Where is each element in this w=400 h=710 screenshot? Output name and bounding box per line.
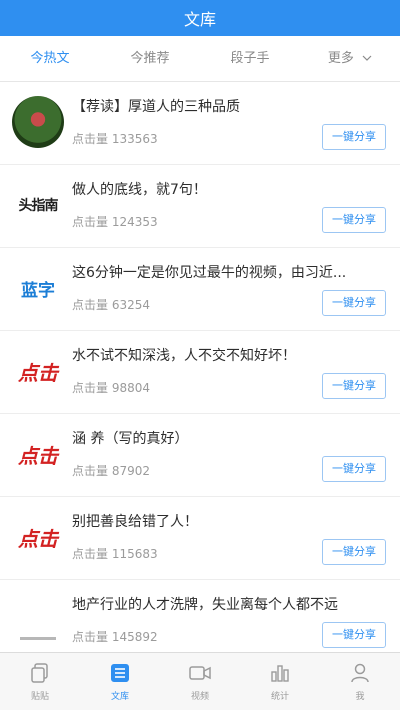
article-thumbnail: 蓝字	[12, 262, 64, 314]
nav-label: 文库	[110, 692, 129, 702]
article-title: 水不试不知深浅，人不交不知好坏！	[72, 348, 296, 364]
thumbnail-logo-text: 点击	[18, 526, 58, 551]
article-title: 别把善良给错了人！	[72, 514, 198, 530]
list-item[interactable]: 点击 涵 养（写的真好） 点击量 87902 一键分享	[0, 414, 400, 497]
tab-label: 段子手	[230, 50, 270, 66]
nav-label: 我	[355, 692, 365, 702]
list-item[interactable]: 蓝字 这6分钟一定是你见过最牛的视频，由习近... 点击量 63254 一键分享	[0, 248, 400, 331]
article-title: 地产行业的人才洗牌，失业离每个人都不远	[72, 597, 338, 613]
view-count: 点击量 63254	[72, 298, 150, 312]
share-button[interactable]: 一键分享	[322, 373, 386, 399]
article-title: 【荐读】厚道人的三种品质	[72, 99, 240, 115]
share-button[interactable]: 一键分享	[322, 290, 386, 316]
article-title: 涵 养（写的真好）	[72, 431, 189, 447]
thumbnail-logo-text: 点击	[18, 360, 58, 385]
user-icon	[348, 661, 372, 685]
nav-item-me[interactable]: 我	[320, 653, 400, 710]
article-thumbnail: 点击	[12, 428, 64, 480]
nav-item-stats[interactable]: 统计	[240, 653, 320, 710]
list-item[interactable]: 地产行业的人才洗牌，失业离每个人都不远 点击量 145892 一键分享	[0, 580, 400, 652]
view-count: 点击量 98804	[72, 381, 150, 395]
nav-label: 贴贴	[30, 692, 49, 702]
nav-label: 统计	[270, 692, 289, 702]
nav-label: 视频	[190, 692, 209, 702]
view-count: 点击量 115683	[72, 547, 158, 561]
tab-more[interactable]: 更多	[300, 36, 400, 82]
article-thumbnail: 头指南	[12, 179, 64, 231]
chart-icon	[268, 661, 292, 685]
tab-recommended[interactable]: 今推荐	[100, 36, 200, 82]
tab-jokes[interactable]: 段子手	[200, 36, 300, 82]
thumbnail-logo-text: 蓝字	[21, 280, 55, 301]
category-tabs: 今热文 今推荐 段子手 更多	[0, 36, 400, 82]
article-title: 这6分钟一定是你见过最牛的视频，由习近...	[72, 265, 347, 281]
header-bar: 文库	[0, 0, 400, 36]
article-thumbnail: 点击	[12, 511, 64, 563]
bottom-navigation: 贴贴 文库 视频 统计 我	[0, 652, 400, 710]
tab-label: 今推荐	[130, 50, 170, 66]
share-button[interactable]: 一键分享	[322, 124, 386, 150]
share-button[interactable]: 一键分享	[322, 207, 386, 233]
article-list: 【荐读】厚道人的三种品质 点击量 133563 一键分享 头指南 做人的底线，就…	[0, 82, 400, 652]
copy-icon	[28, 661, 52, 685]
list-item[interactable]: 点击 水不试不知深浅，人不交不知好坏！ 点击量 98804 一键分享	[0, 331, 400, 414]
list-item[interactable]: 【荐读】厚道人的三种品质 点击量 133563 一键分享	[0, 82, 400, 165]
document-icon	[108, 661, 132, 685]
nav-item-paste[interactable]: 贴贴	[0, 653, 80, 710]
nav-item-video[interactable]: 视频	[160, 653, 240, 710]
chevron-down-icon	[362, 37, 372, 83]
view-count: 点击量 124353	[72, 215, 158, 229]
thumbnail-logo-text: 点击	[18, 443, 58, 468]
thumbnail-logo-text: 头指南	[18, 198, 59, 214]
page-title: 文库	[183, 10, 216, 29]
article-title: 做人的底线，就7句！	[72, 182, 207, 198]
app-root: 文库 今热文 今推荐 段子手 更多 【荐读】厚道人的三种品质 点击量 13356…	[0, 0, 400, 710]
article-thumbnail: 点击	[12, 345, 64, 397]
nav-item-library[interactable]: 文库	[80, 653, 160, 710]
tab-hot-articles[interactable]: 今热文	[0, 36, 100, 82]
view-count: 点击量 87902	[72, 464, 150, 478]
share-button[interactable]: 一键分享	[322, 539, 386, 565]
list-item[interactable]: 点击 别把善良给错了人！ 点击量 115683 一键分享	[0, 497, 400, 580]
article-thumbnail	[12, 594, 64, 646]
view-count: 点击量 133563	[72, 132, 158, 146]
share-button[interactable]: 一键分享	[322, 622, 386, 648]
list-item[interactable]: 头指南 做人的底线，就7句！ 点击量 124353 一键分享	[0, 165, 400, 248]
video-icon	[188, 661, 212, 685]
article-thumbnail	[12, 96, 64, 148]
tab-label: 更多	[327, 50, 354, 66]
tab-label: 今热文	[30, 50, 70, 66]
share-button[interactable]: 一键分享	[322, 456, 386, 482]
view-count: 点击量 145892	[72, 630, 158, 644]
thumbnail-placeholder	[20, 636, 56, 640]
